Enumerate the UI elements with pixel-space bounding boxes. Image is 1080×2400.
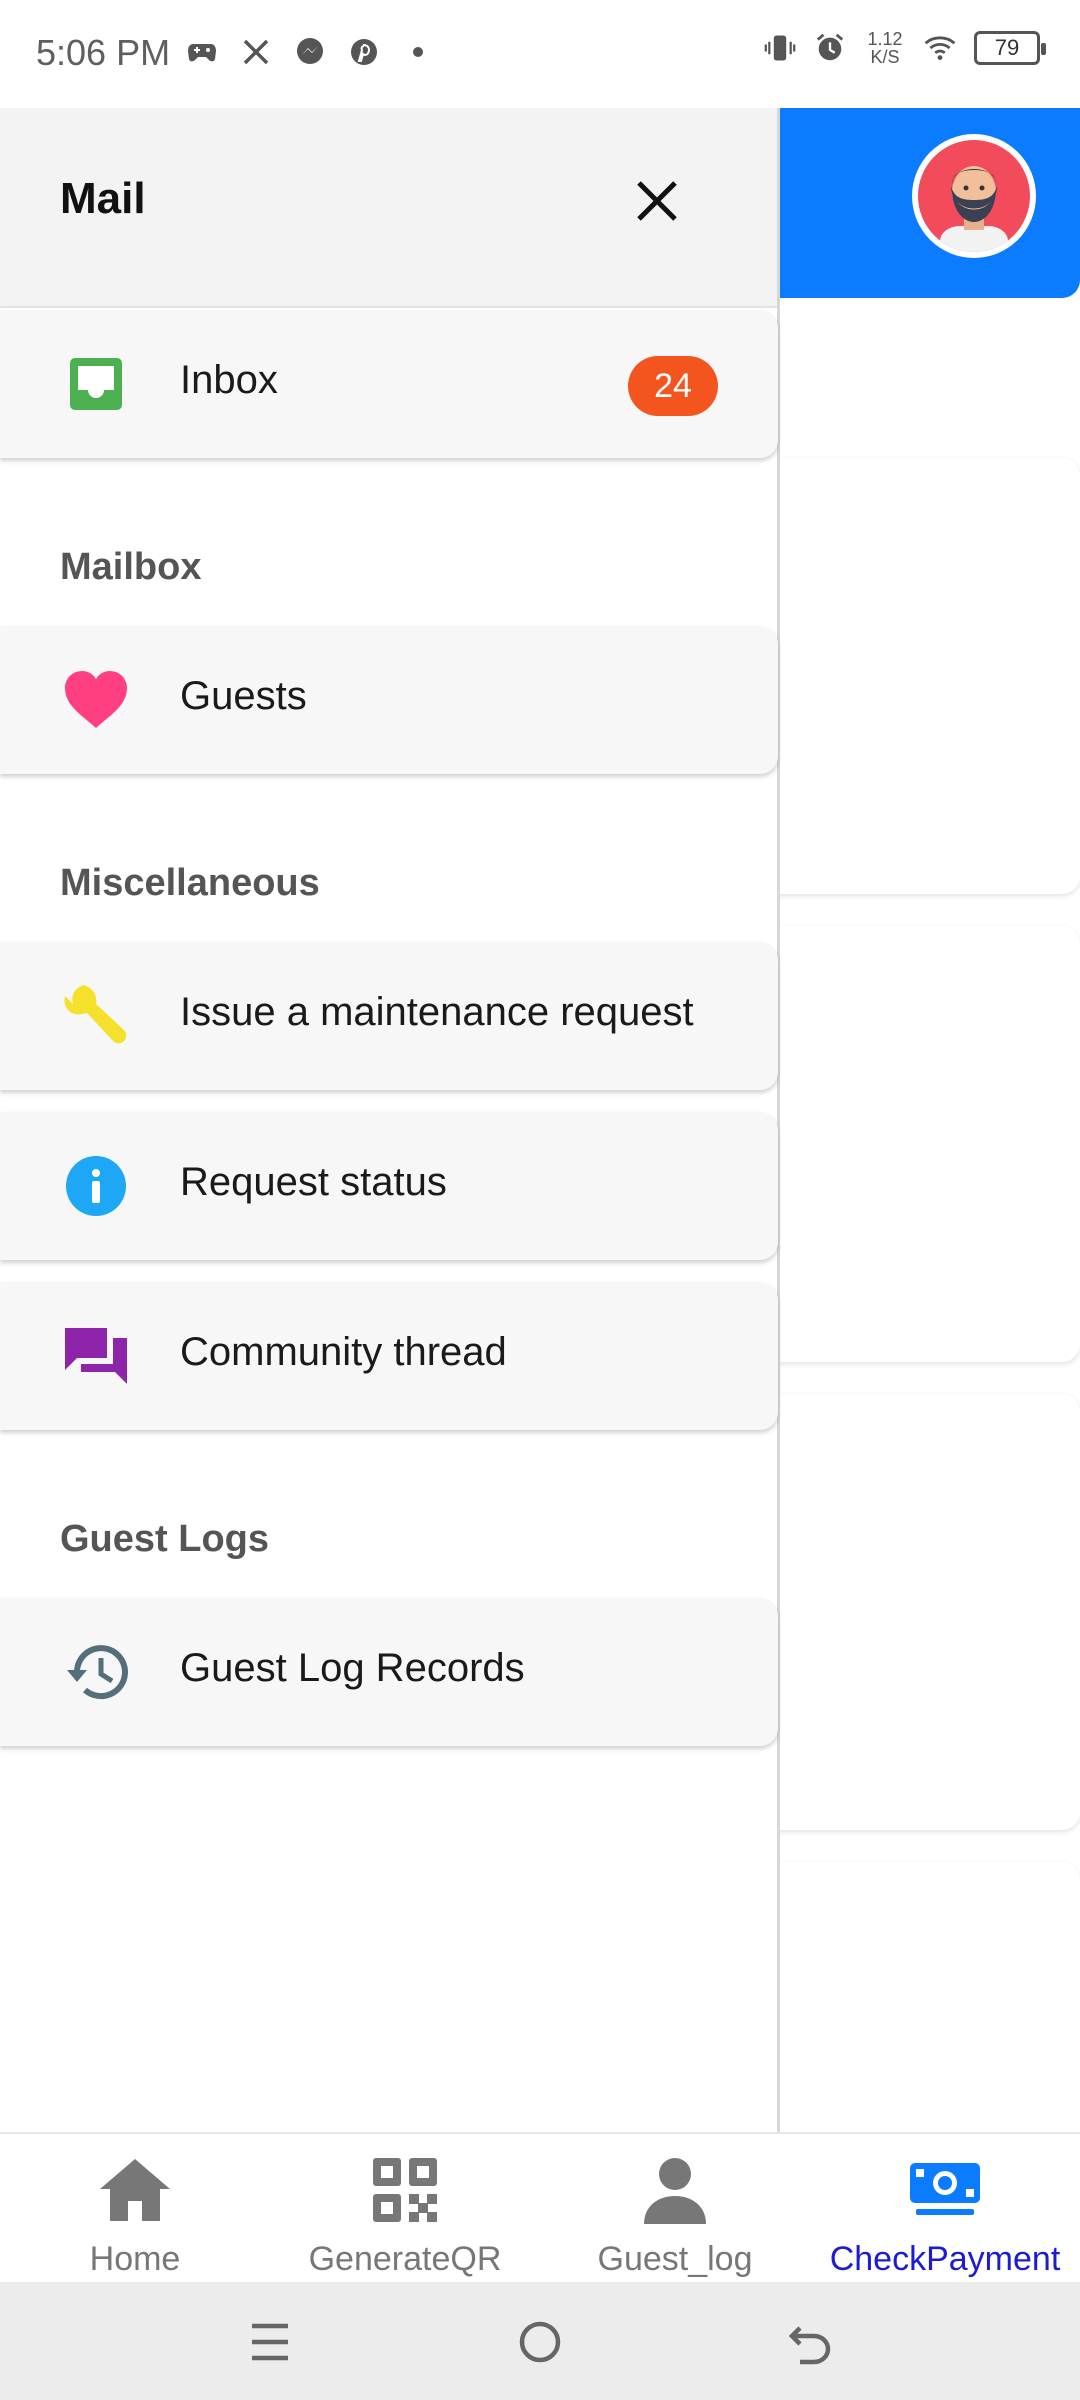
- menu-icon: [252, 2323, 288, 2361]
- info-icon: [60, 1156, 132, 1216]
- back-arrow-icon: [788, 2326, 831, 2365]
- drawer-title: Mail: [60, 174, 146, 223]
- system-status-icons: 1.12 K/S 79: [764, 30, 1046, 66]
- background-card: [760, 458, 1080, 894]
- status-bar: 5:06 PM 1.12 K/S 79: [0, 0, 1080, 108]
- drawer-item-inbox[interactable]: Inbox 24: [0, 310, 778, 458]
- home-button[interactable]: [510, 2312, 570, 2372]
- x-logo-icon: [240, 36, 272, 68]
- drawer-item-maintenance-request[interactable]: Issue a maintenance request: [0, 942, 778, 1090]
- section-header-guest-logs: Guest Logs: [60, 1518, 270, 1560]
- payments-icon: [908, 2154, 982, 2226]
- home-icon: [98, 2154, 172, 2226]
- navigation-drawer: Mail Inbox 24 Mailbox Guests Miscellaneo…: [0, 108, 780, 2132]
- battery-level: 79: [994, 35, 1020, 60]
- avatar[interactable]: [912, 134, 1036, 258]
- wifi-icon: [924, 32, 956, 64]
- nav-guest-log[interactable]: Guest_log: [540, 2134, 810, 2284]
- alarm-icon: [814, 32, 846, 64]
- notification-icons: [186, 36, 434, 68]
- person-icon: [642, 2154, 708, 2226]
- recents-button[interactable]: [240, 2312, 300, 2372]
- section-header-miscellaneous: Miscellaneous: [60, 862, 320, 904]
- close-button[interactable]: [626, 170, 688, 232]
- game-controller-icon: [186, 36, 218, 68]
- nav-label: Home: [89, 2240, 181, 2278]
- qr-code-icon: [371, 2154, 439, 2226]
- drawer-item-request-status[interactable]: Request status: [0, 1112, 778, 1260]
- back-button[interactable]: [780, 2312, 840, 2372]
- messenger-icon: [294, 36, 326, 68]
- nav-label: CheckPayment: [829, 2240, 1061, 2278]
- circle-home-icon: [519, 2321, 561, 2363]
- more-dot-icon: [402, 36, 434, 68]
- drawer-item-guests[interactable]: Guests: [0, 626, 778, 774]
- drawer-header: Mail: [0, 108, 777, 308]
- nav-generate-qr[interactable]: GenerateQR: [270, 2134, 540, 2284]
- drawer-item-label: Request status: [180, 1160, 447, 1204]
- background-card: [760, 1862, 1080, 2162]
- history-icon: [60, 1642, 132, 1702]
- drawer-item-community-thread[interactable]: Community thread: [0, 1282, 778, 1430]
- network-speed-unit: K/S: [870, 47, 900, 67]
- nav-label: GenerateQR: [308, 2240, 502, 2278]
- vibrate-icon: [764, 32, 796, 64]
- battery-indicator: 79: [974, 31, 1046, 65]
- close-icon: [637, 181, 677, 221]
- nav-label: Guest_log: [597, 2240, 753, 2278]
- drawer-item-label: Inbox: [180, 358, 278, 402]
- forum-icon: [60, 1326, 132, 1386]
- nav-check-payment[interactable]: CheckPayment: [810, 2134, 1080, 2284]
- nav-home[interactable]: Home: [0, 2134, 270, 2284]
- wrench-icon: [60, 985, 132, 1046]
- system-navigation-bar: [0, 2282, 1080, 2400]
- background-card: [760, 926, 1080, 1362]
- pinterest-icon: [348, 36, 380, 68]
- drawer-item-label: Guests: [180, 674, 307, 718]
- background-card: [760, 1394, 1080, 1830]
- drawer-item-label: Guest Log Records: [180, 1646, 525, 1690]
- inbox-count-badge: 24: [628, 356, 718, 416]
- drawer-item-label: Community thread: [180, 1330, 507, 1374]
- heart-icon: [60, 670, 132, 730]
- inbox-icon: [60, 354, 132, 414]
- avatar-image: [918, 140, 1030, 252]
- network-speed: 1.12 K/S: [864, 30, 906, 66]
- bottom-navigation: Home GenerateQR Guest_log CheckPayment: [0, 2132, 1080, 2282]
- drawer-item-guest-log-records[interactable]: Guest Log Records: [0, 1598, 778, 1746]
- section-header-mailbox: Mailbox: [60, 546, 202, 588]
- status-time: 5:06 PM: [36, 32, 171, 73]
- network-speed-value: 1.12: [867, 29, 903, 49]
- drawer-item-label: Issue a maintenance request: [180, 990, 694, 1034]
